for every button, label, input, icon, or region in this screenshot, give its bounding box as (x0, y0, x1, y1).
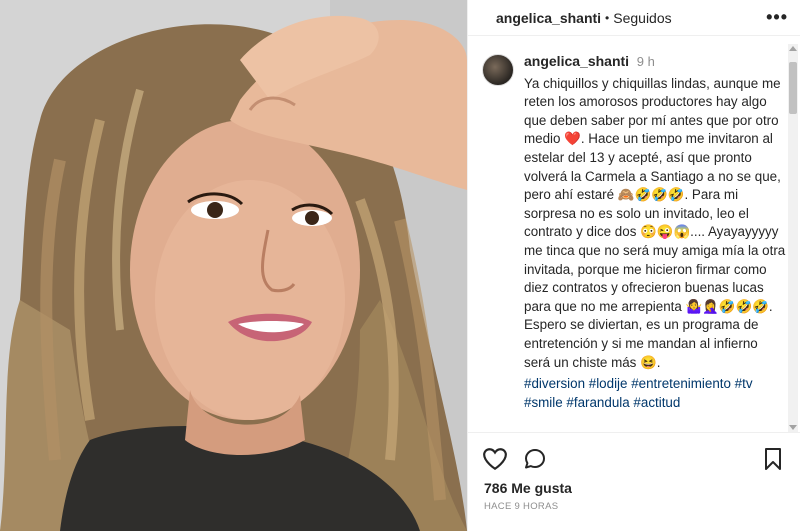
likes-count[interactable]: 786 Me gusta (484, 480, 572, 496)
heart-icon[interactable] (482, 447, 508, 476)
scroll-up-arrow-icon[interactable] (789, 46, 797, 51)
post-header: angelica_shanti • Seguidos ••• (468, 0, 800, 36)
scroll-down-arrow-icon[interactable] (789, 425, 797, 430)
bookmark-icon[interactable] (762, 447, 784, 476)
caption-time: 9 h (636, 54, 655, 69)
avatar[interactable] (482, 54, 514, 86)
post-username[interactable]: angelica_shanti (496, 10, 601, 26)
more-horizontal-icon[interactable]: ••• (766, 7, 788, 28)
separator-dot: • (605, 10, 610, 25)
caption-comment: angelica_shanti 9 h Ya chiquillos y chiq… (482, 52, 794, 432)
post-photo[interactable] (0, 0, 467, 531)
caption-username[interactable]: angelica_shanti (524, 53, 629, 69)
post-actions: 786 Me gusta HACE 9 HORAS (468, 432, 800, 531)
selfie-illustration (0, 0, 467, 531)
comments-scrollbar[interactable] (788, 44, 798, 432)
post-side-panel: angelica_shanti • Seguidos ••• angelica_… (467, 0, 800, 531)
scrollbar-thumb[interactable] (789, 62, 797, 114)
follow-status-button[interactable]: Seguidos (613, 10, 671, 26)
caption-text: Ya chiquillos y chiquillas lindas, aunqu… (524, 75, 786, 370)
caption-hashtags[interactable]: #diversion #lodije #entretenimiento #tv … (524, 375, 786, 412)
comment-icon[interactable] (522, 447, 548, 476)
post-time-ago: HACE 9 HORAS (484, 501, 559, 512)
caption-body: angelica_shanti 9 h Ya chiquillos y chiq… (524, 52, 786, 412)
